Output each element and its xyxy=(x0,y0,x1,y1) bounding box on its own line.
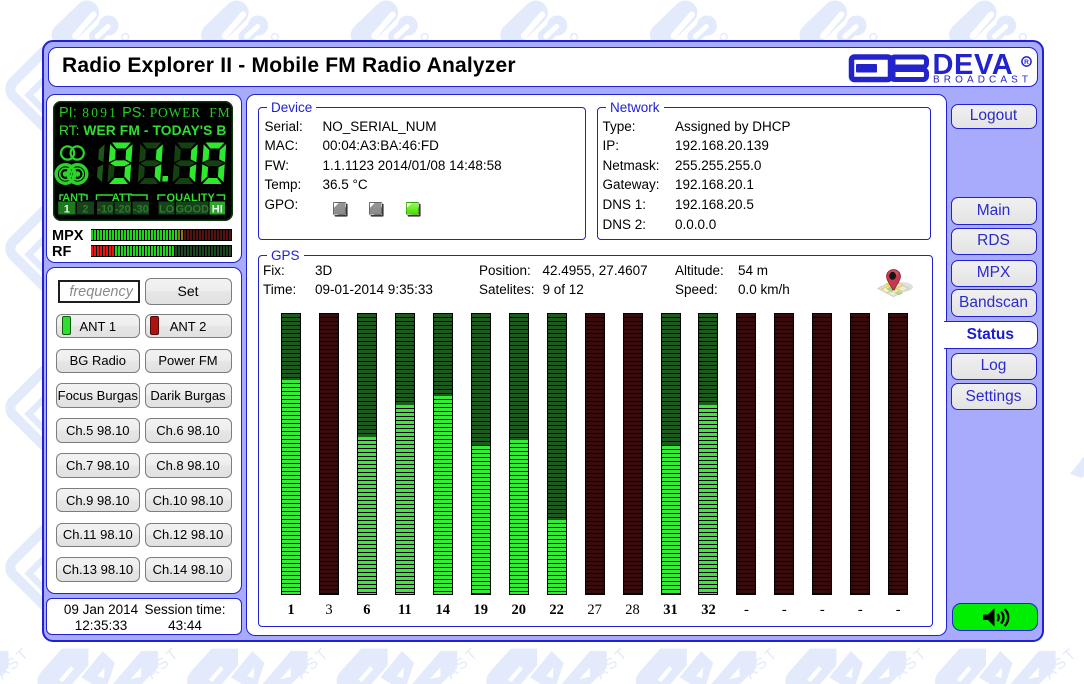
svg-text:1: 1 xyxy=(63,204,69,216)
svg-text:AST: AST xyxy=(742,644,783,683)
svg-text:AST: AST xyxy=(0,644,34,683)
svg-text:-10: -10 xyxy=(97,204,113,216)
svg-text:HI: HI xyxy=(211,204,222,216)
svg-text:-20: -20 xyxy=(114,204,130,216)
svg-text:LO: LO xyxy=(158,204,174,216)
svg-text:BROADCAST: BROADCAST xyxy=(933,75,1032,85)
svg-text:AST: AST xyxy=(891,644,932,683)
svg-text:AST: AST xyxy=(592,644,633,683)
svg-text:AST: AST xyxy=(1041,644,1082,683)
svg-text:AST: AST xyxy=(443,644,484,683)
svg-text:AST: AST xyxy=(293,644,334,683)
svg-text:2: 2 xyxy=(82,204,88,216)
svg-text:-30: -30 xyxy=(132,204,148,216)
svg-text:AST: AST xyxy=(143,644,184,683)
svg-text:R: R xyxy=(1024,59,1029,66)
svg-text:GOOD: GOOD xyxy=(175,204,209,216)
